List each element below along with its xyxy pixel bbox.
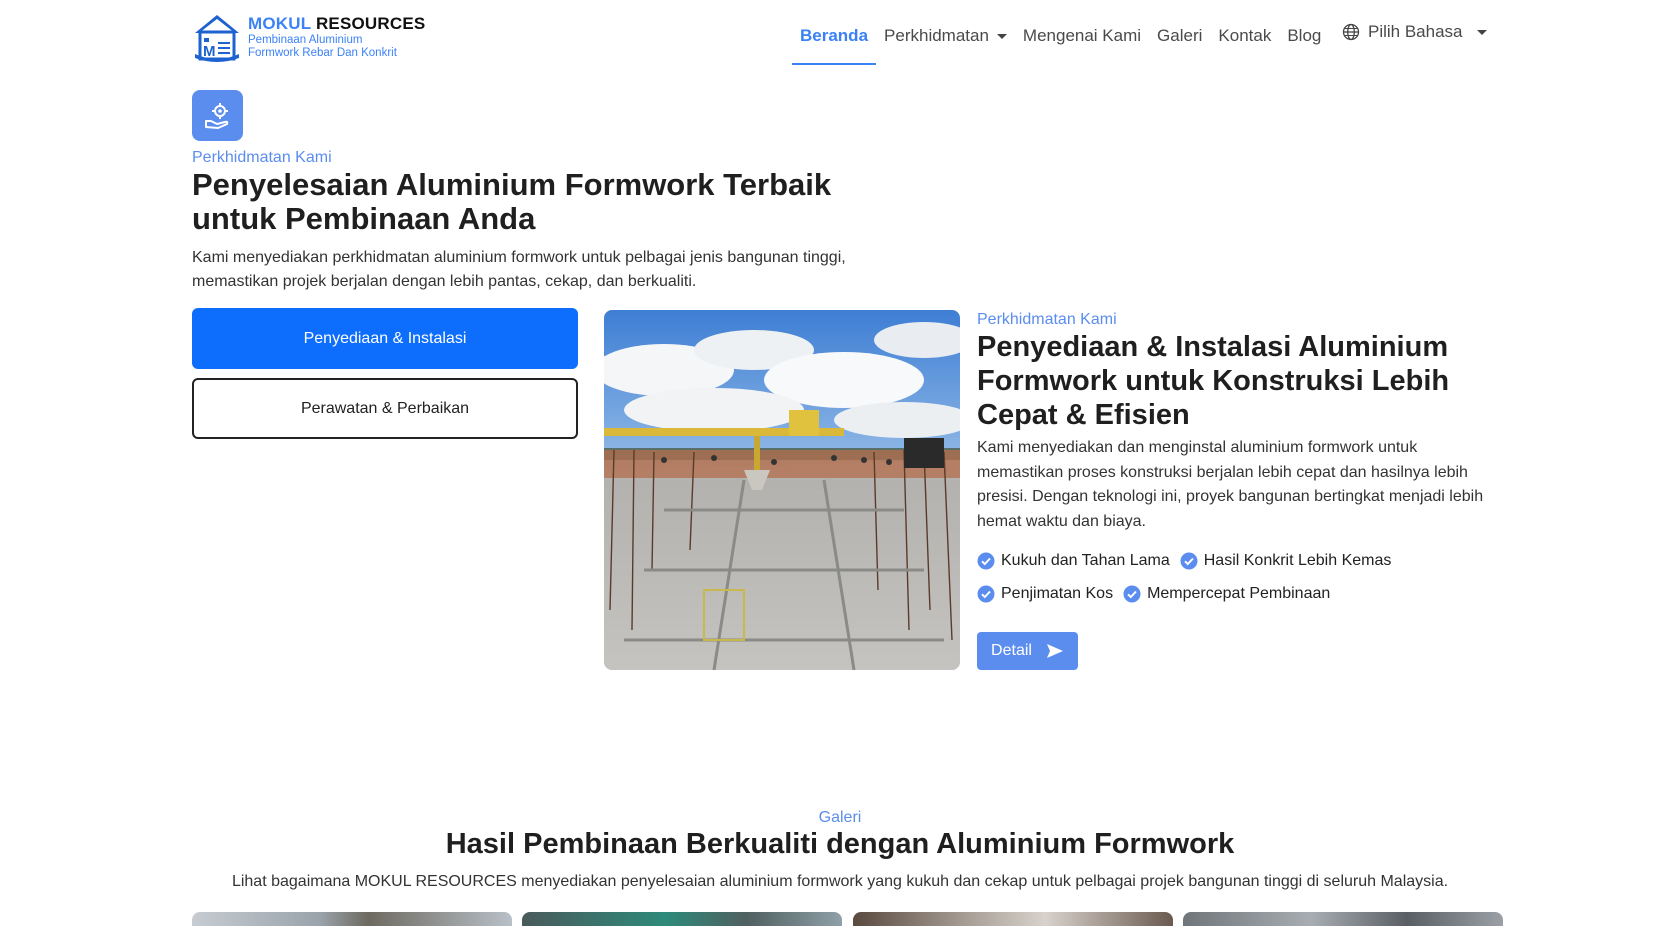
check-badge-icon [1180, 552, 1198, 569]
site-header: M MOKUL RESOURCES Pembinaan Aluminium Fo… [0, 0, 1680, 70]
chevron-down-icon [996, 34, 1007, 40]
gallery-thumbnail[interactable] [522, 912, 842, 926]
service-hand-gear-icon [192, 90, 243, 141]
nav-item-beranda[interactable]: Beranda [792, 22, 877, 65]
house-logo-icon: M [195, 15, 239, 62]
gallery-thumbnail[interactable] [853, 912, 1173, 926]
chevron-down-icon [1476, 29, 1487, 35]
check-badge-icon [1123, 585, 1141, 602]
gallery-eyebrow: Galeri [818, 809, 862, 826]
gallery-thumbnail[interactable] [192, 912, 512, 926]
brand-text: MOKUL RESOURCES Pembinaan Aluminium Form… [248, 14, 425, 60]
detail-eyebrow: Perkhidmatan Kami [977, 311, 1117, 328]
tab-penyediaan-instalasi[interactable]: Penyediaan & Instalasi [192, 308, 578, 369]
check-badge-icon [977, 552, 995, 569]
hero-description: Kami menyediakan perkhidmatan aluminium … [192, 249, 846, 290]
detail-button[interactable]: Detail [977, 632, 1078, 670]
globe-icon [1342, 23, 1360, 41]
language-selector[interactable]: Pilih Bahasa [1342, 22, 1487, 42]
hero-eyebrow: Perkhidmatan Kami [192, 149, 332, 166]
nav-item-mengenai-kami[interactable]: Mengenai Kami [1015, 22, 1149, 50]
feature-item: Penjimatan Kos [977, 583, 1113, 604]
nav-item-kontak[interactable]: Kontak [1210, 22, 1279, 50]
feature-list: Kukuh dan Tahan Lama Hasil Konkrit Lebih… [977, 550, 1517, 604]
brand-tagline-1: Pembinaan Aluminium [248, 34, 363, 46]
svg-text:M: M [203, 43, 216, 60]
nav-item-blog[interactable]: Blog [1279, 22, 1329, 50]
construction-site-photo [604, 310, 960, 670]
main-nav: Beranda Perkhidmatan Mengenai Kami Galer… [792, 22, 1329, 65]
detail-description: Kami menyediakan dan menginstal aluminiu… [977, 439, 1484, 530]
gallery-title: Hasil Pembinaan Berkualiti dengan Alumin… [445, 828, 1235, 860]
construction-site-illustration [604, 310, 960, 670]
brand-name: MOKUL RESOURCES [248, 14, 426, 33]
feature-item: Hasil Konkrit Lebih Kemas [1180, 550, 1391, 571]
brand-logo[interactable]: M MOKUL RESOURCES Pembinaan Aluminium Fo… [192, 12, 425, 62]
brand-tagline-2: Formwork Rebar Dan Konkrit [248, 47, 397, 59]
gallery-thumbnail[interactable] [1183, 912, 1503, 926]
check-badge-icon [977, 585, 995, 602]
send-arrow-icon [1046, 644, 1063, 658]
hand-gear-glyph [204, 102, 228, 129]
feature-item: Mempercepat Pembinaan [1123, 583, 1330, 604]
language-label: Pilih Bahasa [1368, 22, 1463, 41]
feature-item: Kukuh dan Tahan Lama [977, 550, 1170, 571]
detail-title: Penyediaan & Instalasi Aluminium Formwor… [977, 331, 1450, 431]
nav-item-galeri[interactable]: Galeri [1149, 22, 1210, 50]
gallery-description: Lihat bagaimana MOKUL RESOURCES menyedia… [231, 873, 1449, 890]
hero-title: Penyelesaian Aluminium Formwork Terbaik … [192, 167, 832, 236]
tab-perawatan-perbaikan[interactable]: Perawatan & Perbaikan [192, 378, 578, 439]
nav-item-perkhidmatan[interactable]: Perkhidmatan [876, 22, 1015, 50]
